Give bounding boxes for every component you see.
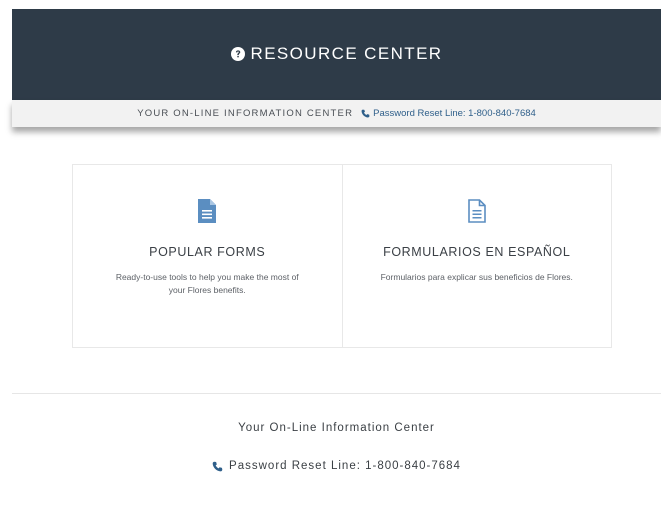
header-title-group: RESOURCE CENTER	[230, 43, 443, 64]
subbar-tagline: YOUR ON-LINE INFORMATION CENTER	[137, 108, 354, 119]
password-reset-link[interactable]: Password Reset Line: 1-800-840-7684	[361, 108, 536, 119]
footer-title: Your On-Line Information Center	[238, 422, 435, 434]
help-circle-icon	[230, 46, 245, 61]
document-outline-icon	[467, 199, 486, 223]
phone-icon	[361, 109, 370, 118]
footer-password-reset-link[interactable]: Password Reset Line: 1-800-840-7684	[12, 460, 661, 472]
page-title: RESOURCE CENTER	[250, 43, 443, 63]
password-reset-label: Password Reset Line: 1-800-840-7684	[373, 108, 536, 119]
resource-cards: POPULAR FORMS Ready-to-use tools to help…	[72, 164, 612, 348]
card-title: FORMULARIOS EN ESPAÑOL	[383, 245, 571, 259]
footer-divider	[12, 393, 661, 394]
card-description: Formularios para explicar sus beneficios…	[380, 272, 573, 282]
document-filled-icon	[198, 199, 217, 223]
card-popular-forms[interactable]: POPULAR FORMS Ready-to-use tools to help…	[73, 165, 342, 347]
info-subbar: YOUR ON-LINE INFORMATION CENTER Password…	[12, 100, 661, 127]
page: RESOURCE CENTER YOUR ON-LINE INFORMATION…	[0, 0, 661, 505]
card-title: POPULAR FORMS	[149, 245, 266, 259]
footer-password-reset-label: Password Reset Line: 1-800-840-7684	[229, 460, 461, 472]
card-formularios-espanol[interactable]: FORMULARIOS EN ESPAÑOL Formularios para …	[341, 165, 612, 347]
card-description: Ready-to-use tools to help you make the …	[115, 272, 299, 295]
phone-icon	[212, 461, 223, 471]
header-banner: RESOURCE CENTER	[12, 9, 661, 100]
